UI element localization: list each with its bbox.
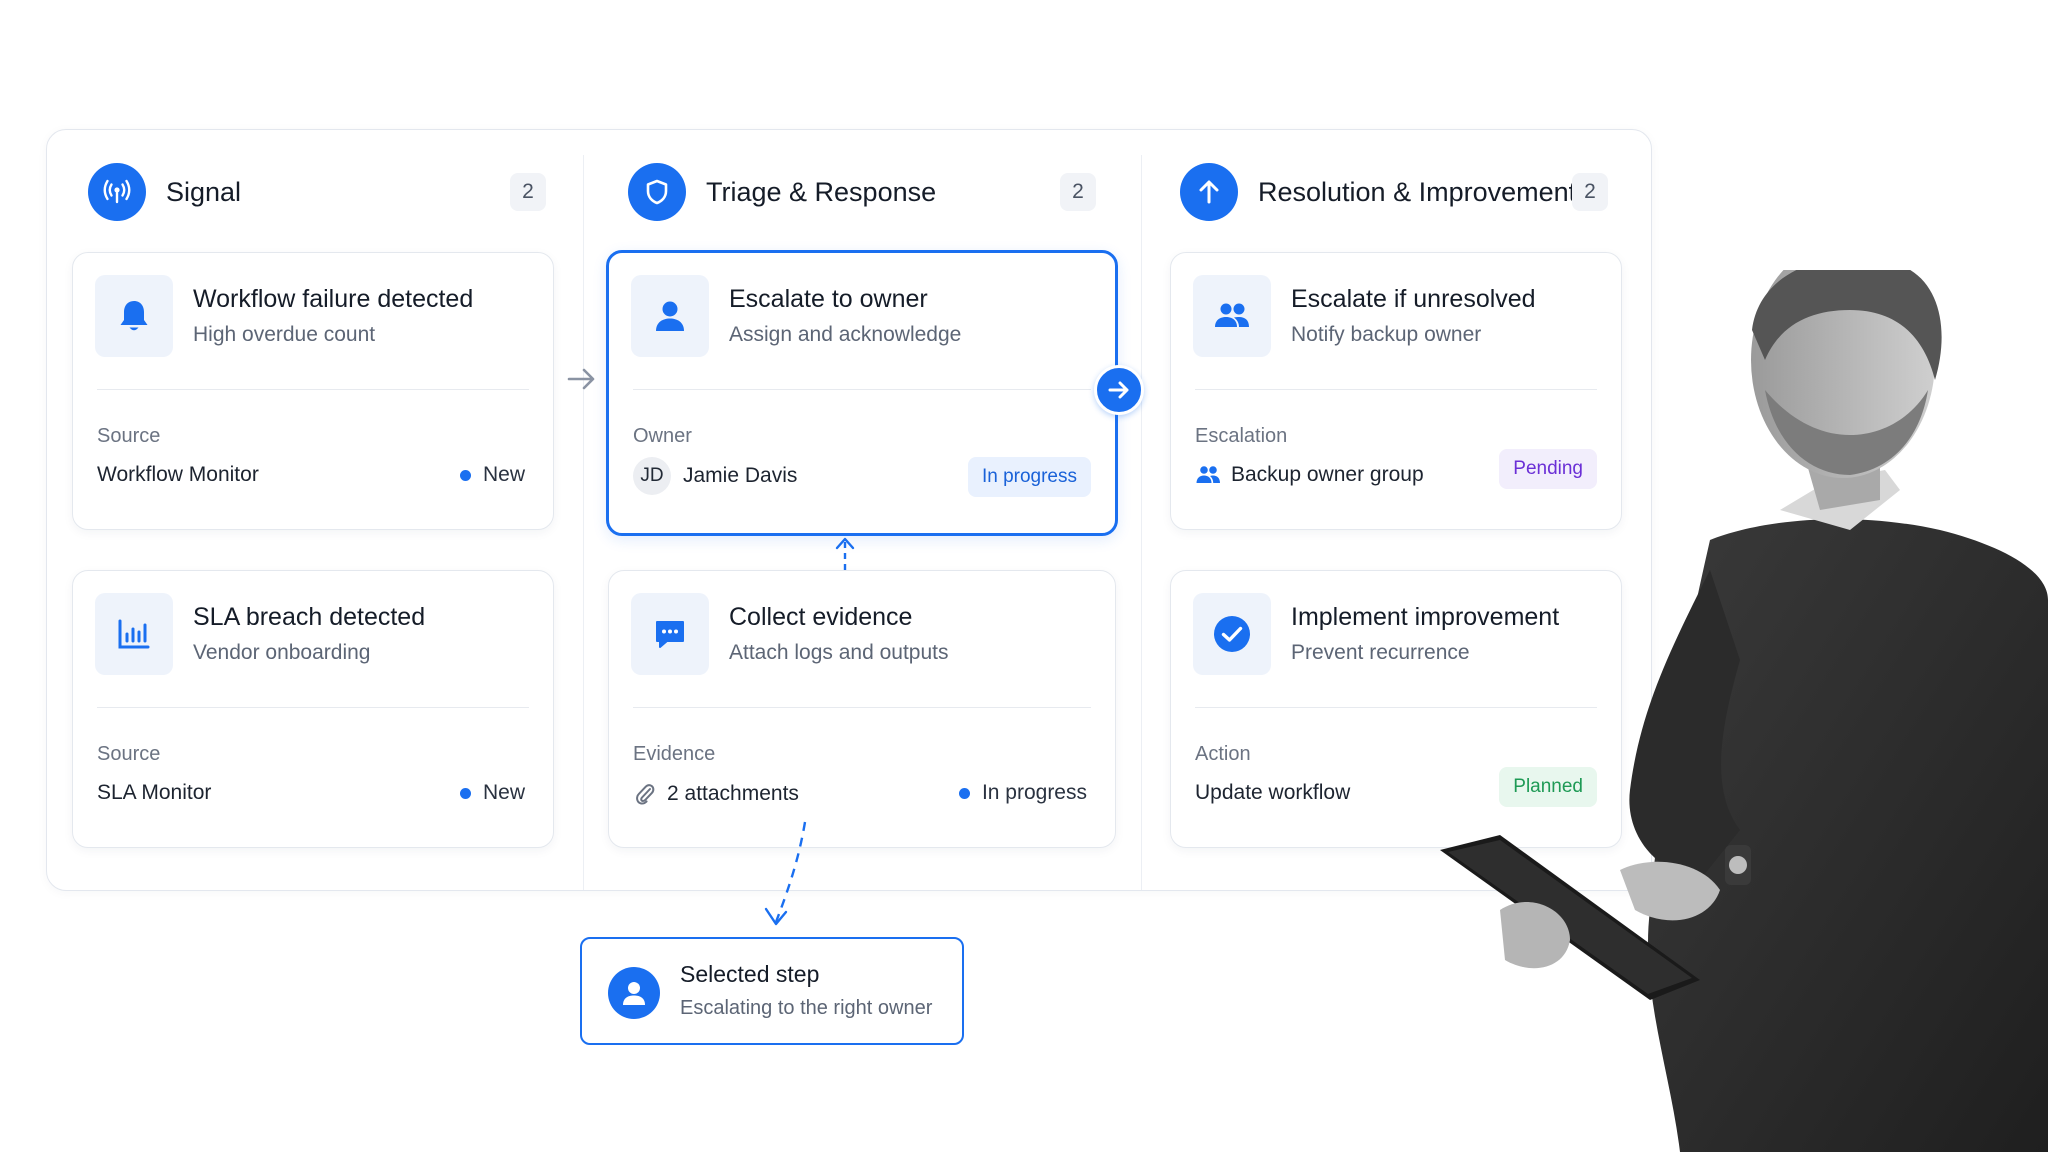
divider [633, 389, 1091, 390]
divider [97, 389, 529, 390]
card-subtitle: Vendor onboarding [193, 641, 371, 664]
field-label: Source [97, 425, 161, 447]
chat-bubble-icon [631, 593, 709, 675]
field-label: Source [97, 743, 161, 765]
bar-chart-icon [95, 593, 173, 675]
status-dot [459, 787, 471, 799]
arrow-up-icon [1180, 163, 1238, 221]
next-step-button[interactable] [1094, 365, 1144, 415]
paperclip-icon [636, 784, 655, 805]
column-title: Signal [166, 176, 242, 207]
user-icon [631, 275, 709, 357]
field-label: Action [1195, 743, 1251, 765]
dashed-connector [835, 537, 855, 570]
card-subtitle: Assign and acknowledge [729, 323, 962, 346]
column-header-signal: Signal [88, 161, 241, 223]
status-indicator: New [459, 781, 525, 805]
card-subtitle: Attach logs and outputs [729, 641, 949, 664]
card-subtitle: High overdue count [193, 323, 376, 346]
divider [97, 707, 529, 708]
field-label: Owner [633, 425, 692, 447]
status-text: In progress [981, 781, 1087, 804]
arrow-right-icon [1108, 381, 1129, 399]
status-dot [958, 787, 970, 799]
dashed-connector [764, 821, 807, 926]
card-title: SLA breach detected [193, 603, 426, 631]
column-divider [1141, 155, 1142, 890]
card-escalate-to-owner[interactable]: Escalate to owner Assign and acknowledge… [606, 250, 1118, 536]
column-title: Resolution & Improvement [1258, 176, 1577, 207]
users-icon [1193, 275, 1271, 357]
status-text: New [482, 463, 525, 486]
column-divider [583, 155, 584, 890]
attachments-count: 2 attachments [667, 782, 799, 805]
column-title: Triage & Response [706, 176, 937, 207]
divider [633, 707, 1091, 708]
avatar: JD [633, 457, 671, 495]
card-title: Workflow failure detected [193, 285, 474, 313]
column-count-badge: 2 [1572, 173, 1608, 211]
status-dot [459, 469, 471, 481]
selected-step-subtitle: Escalating to the right owner [680, 997, 933, 1019]
card-sla-breach[interactable]: SLA breach detected Vendor onboarding So… [72, 570, 554, 848]
column-header-resolution: Resolution & Improvement [1180, 161, 1576, 223]
owner-name: Jamie Davis [683, 464, 798, 487]
evidence-value: 2 attachments [633, 781, 799, 807]
check-circle-icon [1193, 593, 1271, 675]
field-label: Escalation [1195, 425, 1288, 447]
users-icon [1196, 466, 1220, 483]
shield-icon [628, 163, 686, 221]
owner-value: JD Jamie Davis [633, 457, 797, 495]
card-title: Escalate to owner [729, 285, 928, 313]
field-value: SLA Monitor [97, 781, 212, 804]
card-workflow-failure[interactable]: Workflow failure detected High overdue c… [72, 252, 554, 530]
status-indicator: In progress [958, 781, 1087, 805]
user-icon [608, 967, 660, 1019]
column-header-triage: Triage & Response [628, 161, 936, 223]
status-text: New [482, 781, 525, 804]
field-label: Evidence [633, 743, 716, 765]
status-indicator: New [459, 463, 525, 487]
card-collect-evidence[interactable]: Collect evidence Attach logs and outputs… [608, 570, 1116, 848]
arrow-right-icon [567, 368, 595, 390]
bell-icon [95, 275, 173, 357]
field-value: Workflow Monitor [97, 463, 259, 486]
card-title: Collect evidence [729, 603, 913, 631]
column-count-badge: 2 [510, 173, 546, 211]
column-count-badge: 2 [1060, 173, 1096, 211]
status-badge: In progress [967, 457, 1091, 497]
person-with-tablet-photo [1440, 270, 2048, 1152]
signal-broadcast-icon [88, 163, 146, 221]
selected-step-title: Selected step [680, 961, 820, 987]
field-value: Update workflow [1195, 781, 1351, 804]
selected-step-panel[interactable]: Selected step Escalating to the right ow… [580, 937, 964, 1045]
